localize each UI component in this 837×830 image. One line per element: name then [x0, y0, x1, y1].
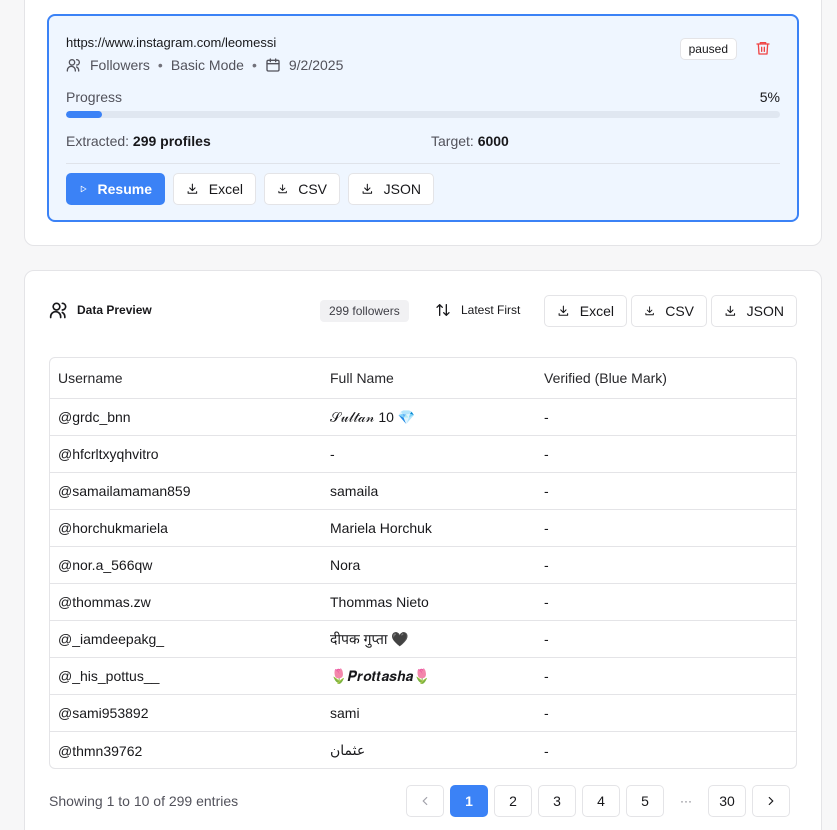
- users-icon: [66, 59, 80, 72]
- username-cell: @nor.a_566qw: [58, 557, 153, 573]
- download-icon: [278, 184, 287, 194]
- status-badge: paused: [679, 38, 737, 60]
- verified-cell: -: [544, 409, 549, 425]
- column-header: Full Name: [330, 370, 394, 386]
- entries-summary: Showing 1 to 10 of 299 entries: [49, 793, 239, 809]
- job-meta: Followers • Basic Mode • 9/2/2025: [66, 57, 343, 73]
- followers-count-badge: 299 followers: [320, 300, 409, 322]
- username-cell: @_his_pottus__: [58, 668, 160, 684]
- username-cell: @horchukmariela: [58, 520, 168, 536]
- next-page-button[interactable]: [752, 785, 790, 817]
- username-cell: @hfcrltxyqhvitro: [58, 446, 159, 462]
- progress-label: Progress: [66, 89, 123, 105]
- page-button-2[interactable]: 2: [494, 785, 532, 817]
- table-row: @thommas.zw Thommas Nieto -: [50, 584, 796, 621]
- download-icon: [187, 183, 198, 194]
- download-icon: [725, 305, 736, 316]
- full-name-cell: Thommas Nieto: [330, 594, 429, 610]
- page-button-4[interactable]: 4: [582, 785, 620, 817]
- target-value: 6000: [477, 133, 509, 149]
- username-cell: @grdc_bnn: [58, 409, 131, 425]
- resume-button[interactable]: Resume: [66, 173, 165, 205]
- verified-cell: -: [544, 742, 549, 759]
- username-cell: @thommas.zw: [58, 594, 151, 610]
- table-row: @thmn39762 عثمان -: [50, 732, 796, 768]
- download-icon: [645, 306, 654, 316]
- job-actions: Resume Excel CSV JSON: [66, 173, 434, 205]
- job-type: Followers: [90, 57, 150, 73]
- users-icon: [49, 302, 67, 319]
- sort-arrows-icon: [436, 304, 450, 316]
- verified-cell: -: [544, 668, 549, 684]
- username-cell: @thmn39762: [58, 742, 143, 759]
- verified-cell: -: [544, 557, 549, 573]
- table-row: @_his_pottus__ 🌷𝑷𝒓𝒐𝒕𝒕𝒂𝒔𝒉𝒂🌷 -: [50, 658, 796, 695]
- followers-table: Username Full Name Verified (Blue Mark) …: [49, 357, 797, 769]
- verified-cell: -: [544, 705, 549, 721]
- full-name-cell: -: [330, 446, 335, 462]
- extracted-stat: Extracted: 299 profiles: [66, 133, 211, 149]
- verified-cell: -: [544, 483, 549, 499]
- data-preview-title: Data Preview: [49, 300, 152, 320]
- table-row: @hfcrltxyqhvitro - -: [50, 436, 796, 473]
- progress-bar-fill: [66, 111, 102, 118]
- full-name-cell: 𝒮𝓊𝓁𝓉𝒶𝓃 10 💎: [330, 408, 416, 425]
- preview-excel-button[interactable]: Excel: [544, 295, 627, 327]
- download-icon: [362, 183, 373, 194]
- page-button-last[interactable]: 30: [708, 785, 746, 817]
- calendar-icon: [266, 58, 280, 72]
- full-name-cell: samaila: [330, 483, 379, 499]
- chevron-left-icon: [422, 796, 428, 806]
- full-name-cell: sami: [330, 705, 360, 721]
- extraction-job: https://www.instagram.com/leomessi Follo…: [47, 14, 799, 222]
- verified-cell: -: [544, 520, 549, 536]
- table-row: @samailamaman859 samaila -: [50, 473, 796, 510]
- progress-bar: [66, 111, 780, 118]
- extracted-value: 299 profiles: [132, 133, 211, 149]
- page-button-1[interactable]: 1: [450, 785, 488, 817]
- export-csv-button[interactable]: CSV: [264, 173, 340, 205]
- play-icon: [80, 185, 87, 193]
- full-name-cell: 🌷𝑷𝒓𝒐𝒕𝒕𝒂𝒔𝒉𝒂🌷: [330, 667, 431, 684]
- full-name-cell: عثمان: [330, 742, 366, 758]
- username-cell: @samailamaman859: [58, 483, 191, 499]
- sort-toggle[interactable]: Latest First: [435, 302, 520, 318]
- preview-export-actions: Excel CSV JSON: [544, 295, 797, 327]
- page-button-3[interactable]: 3: [538, 785, 576, 817]
- verified-cell: -: [544, 631, 549, 647]
- chevron-right-icon: [768, 796, 774, 806]
- download-icon: [558, 305, 569, 316]
- column-header: Verified (Blue Mark): [544, 370, 667, 386]
- table-row: @sami953892 sami -: [50, 695, 796, 732]
- verified-cell: -: [544, 446, 549, 462]
- job-date: 9/2/2025: [288, 57, 344, 73]
- column-header: Username: [58, 370, 123, 386]
- pagination-ellipsis: ···: [680, 794, 692, 808]
- job-url: https://www.instagram.com/leomessi: [66, 35, 277, 50]
- trash-icon[interactable]: [755, 40, 771, 56]
- verified-cell: -: [544, 594, 549, 610]
- preview-json-button[interactable]: JSON: [711, 295, 797, 327]
- prev-page-button[interactable]: [406, 785, 444, 817]
- username-cell: @sami953892: [58, 705, 149, 721]
- job-mode: Basic Mode: [170, 57, 244, 73]
- full-name-cell: Mariela Horchuk: [330, 520, 432, 536]
- table-row: @_iamdeepakg_ दीपक गुप्ता 🖤 -: [50, 621, 796, 658]
- table-header: Username Full Name Verified (Blue Mark): [50, 358, 796, 399]
- preview-csv-button[interactable]: CSV: [631, 295, 707, 327]
- export-excel-button[interactable]: Excel: [173, 173, 256, 205]
- username-cell: @_iamdeepakg_: [58, 631, 165, 647]
- table-row: @horchukmariela Mariela Horchuk -: [50, 510, 796, 547]
- table-row: @grdc_bnn 𝒮𝓊𝓁𝓉𝒶𝓃 10 💎 -: [50, 399, 796, 436]
- progress-percent: 5%: [759, 89, 780, 105]
- target-stat: Target: 6000: [431, 133, 509, 149]
- table-row: @nor.a_566qw Nora -: [50, 547, 796, 584]
- export-json-button[interactable]: JSON: [348, 173, 434, 205]
- pagination: 1 2 3 4 5 ··· 30: [406, 785, 790, 817]
- full-name-cell: दीपक गुप्ता 🖤: [330, 630, 409, 647]
- full-name-cell: Nora: [330, 557, 361, 573]
- page-button-5[interactable]: 5: [626, 785, 664, 817]
